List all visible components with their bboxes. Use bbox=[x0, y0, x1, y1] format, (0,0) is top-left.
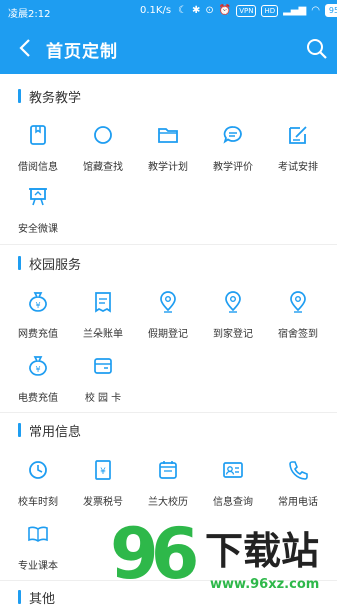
id-card-icon bbox=[223, 462, 243, 478]
watermark-brand: 下载站 bbox=[205, 529, 319, 573]
section-title-common-info: 常用信息 bbox=[18, 421, 82, 440]
folder-icon bbox=[158, 128, 178, 143]
toggle-icon: ⊙ bbox=[205, 5, 214, 16]
item-teaching-eval[interactable]: 教学评价 bbox=[200, 124, 266, 184]
easel-icon bbox=[29, 188, 47, 206]
yen-bag-icon: ¥ bbox=[29, 356, 47, 376]
search-icon bbox=[307, 39, 327, 59]
section-label: 教务教学 bbox=[29, 90, 82, 106]
item-school-calendar[interactable]: 兰大校历 bbox=[135, 459, 201, 519]
item-textbooks[interactable]: 专业课本 bbox=[5, 523, 71, 583]
search-button[interactable] bbox=[304, 36, 330, 62]
svg-text:¥: ¥ bbox=[100, 467, 106, 477]
open-book-icon bbox=[28, 526, 48, 542]
network-speed: 0.1K/s bbox=[140, 5, 172, 16]
edit-icon bbox=[289, 126, 307, 144]
location-pin-icon bbox=[290, 291, 306, 313]
section-label: 校园服务 bbox=[29, 257, 82, 273]
item-safety-course[interactable]: 安全微课 bbox=[5, 186, 71, 246]
item-campus-card[interactable]: 校 园 卡 bbox=[70, 355, 136, 415]
calendar-icon bbox=[159, 461, 177, 479]
chevron-left-icon bbox=[19, 39, 30, 57]
back-button[interactable] bbox=[14, 34, 38, 62]
item-holiday-register[interactable]: 假期登记 bbox=[135, 291, 201, 351]
item-invoice-tax[interactable]: ¥ 发票税号 bbox=[70, 459, 136, 519]
item-info-query[interactable]: 信息查询 bbox=[200, 459, 266, 519]
svg-text:¥: ¥ bbox=[35, 301, 40, 310]
section-label: 其他 bbox=[29, 591, 56, 607]
item-power-recharge[interactable]: ¥ 电费充值 bbox=[5, 355, 71, 415]
item-exam-schedule[interactable]: 考试安排 bbox=[265, 124, 331, 184]
section-divider bbox=[0, 412, 337, 413]
bill-icon bbox=[95, 292, 111, 313]
yen-bag-icon: ¥ bbox=[29, 292, 47, 312]
section-divider bbox=[0, 244, 337, 245]
wifi-icon: ◠ bbox=[311, 5, 320, 16]
alarm-icon: ⏰ bbox=[218, 5, 232, 16]
page-title: 首页定制 bbox=[46, 42, 118, 62]
item-dorm-checkin[interactable]: 宿舍签到 bbox=[265, 291, 331, 351]
status-time: 凌晨2:12 bbox=[8, 9, 51, 20]
card-icon bbox=[94, 358, 112, 374]
watermark-url: www.96xz.com bbox=[210, 577, 319, 592]
hd-badge: HD bbox=[261, 4, 279, 17]
watermark-logo: 96 下载站 www.96xz.com bbox=[110, 512, 337, 600]
section-label: 常用信息 bbox=[29, 424, 82, 440]
watermark-96xz-logo: 96 下载站 www.96xz.com bbox=[110, 513, 319, 595]
location-pin-icon bbox=[160, 291, 176, 313]
item-borrow-info[interactable]: 借阅信息 bbox=[5, 124, 71, 184]
battery-indicator: 95 bbox=[324, 4, 337, 17]
phone-icon bbox=[289, 461, 308, 480]
status-bar: 凌晨2:12 0.1K/s ☾ ✱ ⊙ ⏰ VPN HD ▂▄▆ ◠ 95 bbox=[0, 0, 337, 24]
status-icons: ☾ ✱ ⊙ ⏰ VPN HD ▂▄▆ ◠ 95 bbox=[178, 4, 337, 17]
clock-icon bbox=[29, 461, 47, 479]
bluetooth-icon: ✱ bbox=[191, 5, 201, 16]
app-bar: 首页定制 bbox=[0, 24, 337, 74]
moon-icon: ☾ bbox=[178, 5, 187, 16]
item-home-register[interactable]: 到家登记 bbox=[200, 291, 266, 351]
item-common-phone[interactable]: 常用电话 bbox=[265, 459, 331, 519]
item-library-search[interactable]: 馆藏查找 bbox=[70, 124, 136, 184]
svg-text:¥: ¥ bbox=[35, 365, 40, 374]
section-title-campus: 校园服务 bbox=[18, 254, 82, 273]
item-teaching-plan[interactable]: 教学计划 bbox=[135, 124, 201, 184]
item-bus-schedule[interactable]: 校车时刻 bbox=[5, 459, 71, 519]
watermark-number: 96 bbox=[110, 513, 196, 595]
location-pin-icon bbox=[225, 291, 241, 313]
vpn-badge: VPN bbox=[236, 4, 257, 17]
invoice-icon: ¥ bbox=[95, 460, 111, 480]
item-landuo-bill[interactable]: 兰朵账单 bbox=[70, 291, 136, 351]
item-net-recharge[interactable]: ¥ 网费充值 bbox=[5, 291, 71, 351]
signal-icon: ▂▄▆ bbox=[283, 5, 307, 16]
section-title-other: 其他 bbox=[18, 588, 56, 607]
chat-icon bbox=[223, 126, 242, 144]
book-icon bbox=[30, 125, 46, 145]
section-title-teaching: 教务教学 bbox=[18, 87, 82, 106]
circle-icon bbox=[94, 126, 112, 144]
